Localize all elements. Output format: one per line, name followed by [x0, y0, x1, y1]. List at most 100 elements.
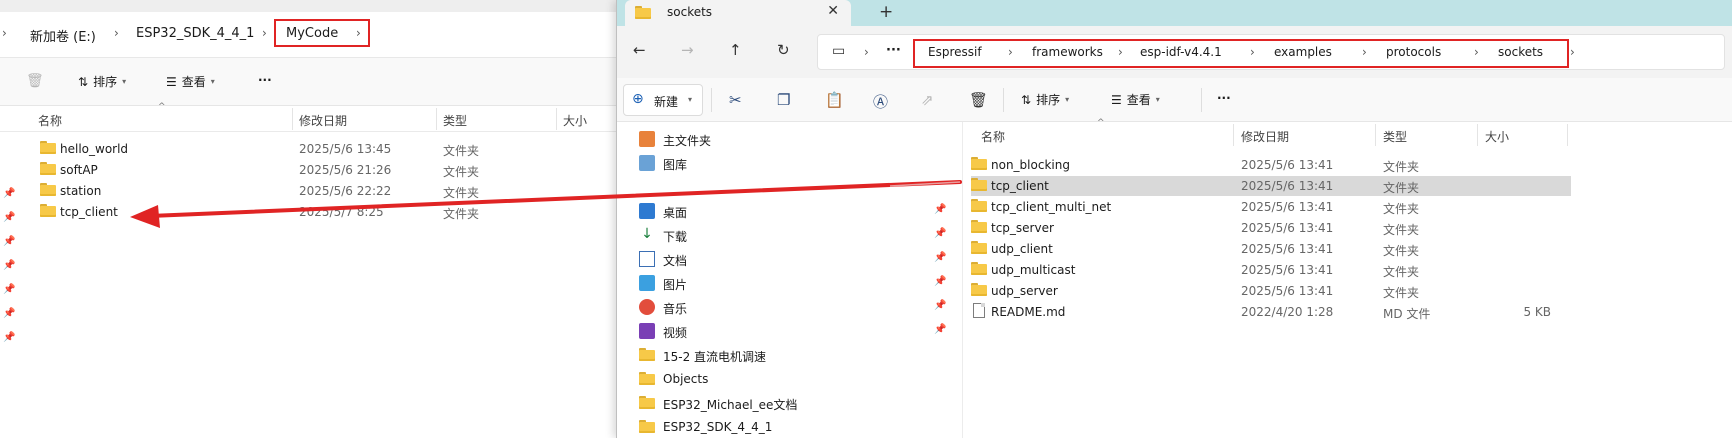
column-divider[interactable]: [556, 108, 557, 130]
file-size: 5 KB: [1523, 305, 1551, 319]
pin-icon[interactable]: 📌: [3, 260, 15, 271]
file-name: udp_server: [991, 284, 1058, 298]
up-arrow-icon[interactable]: ↑: [729, 41, 742, 59]
pin-icon[interactable]: 📌: [934, 252, 946, 263]
nav-item-label: 文档: [663, 254, 688, 268]
file-row-non-blocking[interactable]: non_blocking 2025/5/6 13:41 文件夹: [971, 155, 1571, 175]
more-options-button[interactable]: ···: [1217, 91, 1231, 105]
nav-item-documents[interactable]: 文档 📌: [639, 248, 959, 270]
breadcrumb-chevron-icon: ›: [1570, 45, 1575, 59]
nav-item-motor-folder[interactable]: 15-2 直流电机调速: [639, 344, 959, 366]
folder-icon: [971, 262, 987, 275]
breadcrumb-espressif[interactable]: Espressif: [928, 45, 982, 59]
file-type: 文件夹: [1383, 160, 1420, 174]
column-divider[interactable]: [436, 108, 437, 130]
file-row-hello-world[interactable]: hello_world 2025/5/6 13:45 文件夹: [40, 139, 600, 159]
tab-sockets[interactable]: sockets ✕: [625, 0, 851, 26]
pin-icon[interactable]: 📌: [3, 284, 15, 295]
more-options-button[interactable]: ···: [258, 73, 272, 87]
pin-icon[interactable]: 📌: [3, 212, 15, 223]
view-button[interactable]: ☰ 查看 ▾: [1111, 91, 1160, 108]
column-divider[interactable]: [1233, 124, 1234, 146]
nav-item-music[interactable]: 音乐 📌: [639, 296, 959, 318]
column-name[interactable]: 名称: [38, 112, 62, 129]
column-date[interactable]: 修改日期: [1241, 128, 1289, 145]
breadcrumb-overflow-icon[interactable]: ···: [886, 43, 901, 58]
file-row-readme[interactable]: README.md 2022/4/20 1:28 MD 文件 5 KB: [971, 302, 1571, 322]
breadcrumb-frameworks[interactable]: frameworks: [1032, 45, 1103, 59]
column-divider[interactable]: [1375, 124, 1376, 146]
file-row-udp-client[interactable]: udp_client 2025/5/6 13:41 文件夹: [971, 239, 1571, 259]
file-row-udp-multicast[interactable]: udp_multicast 2025/5/6 13:41 文件夹: [971, 260, 1571, 280]
plus-circle-icon: ⊕: [632, 91, 644, 107]
rename-icon[interactable]: Ⓐ: [873, 91, 888, 112]
sort-button[interactable]: ⇅ 排序 ▾: [78, 73, 126, 90]
nav-item-home[interactable]: 主文件夹: [639, 128, 959, 150]
nav-item-desktop[interactable]: 桌面 📌: [639, 200, 959, 222]
breadcrumb-mycode[interactable]: MyCode: [286, 26, 338, 41]
pin-icon[interactable]: 📌: [934, 276, 946, 287]
delete-icon[interactable]: 🗑: [26, 73, 44, 89]
view-icon: ☰: [166, 74, 177, 89]
column-size[interactable]: 大小: [563, 112, 587, 129]
column-divider[interactable]: [1477, 124, 1478, 146]
column-divider[interactable]: [292, 108, 293, 130]
new-tab-button[interactable]: +: [879, 2, 893, 22]
view-button[interactable]: ☰ 查看 ▾: [166, 73, 215, 90]
pin-icon[interactable]: 📌: [3, 236, 15, 247]
left-address-bar[interactable]: › 新加卷 (E:) › ESP32_SDK_4_4_1 › MyCode ›: [0, 12, 616, 58]
pin-icon[interactable]: 📌: [934, 300, 946, 311]
file-row-tcp-server[interactable]: tcp_server 2025/5/6 13:41 文件夹: [971, 218, 1571, 238]
column-type[interactable]: 类型: [443, 112, 467, 129]
pin-icon[interactable]: 📌: [934, 204, 946, 215]
column-date[interactable]: 修改日期: [299, 112, 347, 129]
file-row-softap[interactable]: softAP 2025/5/6 21:26 文件夹: [40, 160, 600, 180]
file-row-tcp-client[interactable]: tcp_client 2025/5/7 8:25 文件夹: [40, 202, 600, 222]
file-date: 2025/5/6 21:26: [299, 163, 392, 177]
sort-button[interactable]: ⇅ 排序 ▾: [1021, 91, 1069, 108]
pin-icon[interactable]: 📌: [934, 228, 946, 239]
sort-icon: ⇅: [78, 74, 89, 89]
column-size[interactable]: 大小: [1485, 128, 1509, 145]
back-arrow-icon[interactable]: ←: [633, 41, 646, 59]
file-name: tcp_client: [991, 179, 1049, 193]
file-type: 文件夹: [1383, 244, 1420, 258]
nav-item-pictures[interactable]: 图片 📌: [639, 272, 959, 294]
nav-item-esp32-sdk[interactable]: ESP32_SDK_4_4_1: [639, 416, 959, 438]
file-row-tcp-client[interactable]: tcp_client 2025/5/6 13:41 文件夹: [971, 176, 1571, 196]
breadcrumb-protocols[interactable]: protocols: [1386, 45, 1441, 59]
cut-icon[interactable]: ✂: [729, 91, 742, 109]
column-name[interactable]: 名称: [981, 128, 1005, 145]
paste-icon[interactable]: 📋: [825, 91, 844, 109]
copy-icon[interactable]: ❐: [777, 91, 790, 109]
delete-icon[interactable]: 🗑: [969, 91, 988, 109]
nav-item-label: ESP32_SDK_4_4_1: [663, 420, 773, 434]
close-tab-icon[interactable]: ✕: [827, 3, 839, 19]
file-row-station[interactable]: station 2025/5/6 22:22 文件夹: [40, 181, 600, 201]
nav-item-gallery[interactable]: 图库: [639, 152, 959, 174]
breadcrumb-sockets[interactable]: sockets: [1498, 45, 1543, 59]
nav-item-videos[interactable]: 视频 📌: [639, 320, 959, 342]
pin-icon[interactable]: 📌: [3, 332, 15, 343]
file-row-tcp-client-multi-net[interactable]: tcp_client_multi_net 2025/5/6 13:41 文件夹: [971, 197, 1571, 217]
address-bar[interactable]: ▭ › ··· Espressif › frameworks › esp-idf…: [817, 34, 1725, 70]
pin-icon[interactable]: 📌: [3, 188, 15, 199]
breadcrumb-esp-idf[interactable]: esp-idf-v4.4.1: [1140, 45, 1222, 59]
pin-icon[interactable]: 📌: [3, 308, 15, 319]
share-icon[interactable]: ⇗: [921, 91, 934, 109]
breadcrumb-sdk[interactable]: ESP32_SDK_4_4_1: [136, 26, 254, 41]
forward-arrow-icon[interactable]: →: [681, 41, 694, 59]
file-row-udp-server[interactable]: udp_server 2025/5/6 13:41 文件夹: [971, 281, 1571, 301]
column-type[interactable]: 类型: [1383, 128, 1407, 145]
toolbar-divider: [711, 88, 712, 112]
breadcrumb-drive[interactable]: 新加卷 (E:): [30, 26, 96, 45]
column-divider[interactable]: [1567, 124, 1568, 146]
refresh-icon[interactable]: ↻: [777, 41, 790, 59]
breadcrumb-examples[interactable]: examples: [1274, 45, 1332, 59]
nav-item-esp32-docs[interactable]: ESP32_Michael_ee文档: [639, 392, 959, 414]
pin-icon[interactable]: 📌: [934, 324, 946, 335]
nav-item-objects[interactable]: Objects: [639, 368, 959, 390]
nav-item-downloads[interactable]: ↓ 下载 📌: [639, 224, 959, 246]
new-button[interactable]: ⊕ 新建 ▾: [623, 84, 703, 116]
file-date: 2025/5/6 13:41: [1241, 242, 1334, 256]
